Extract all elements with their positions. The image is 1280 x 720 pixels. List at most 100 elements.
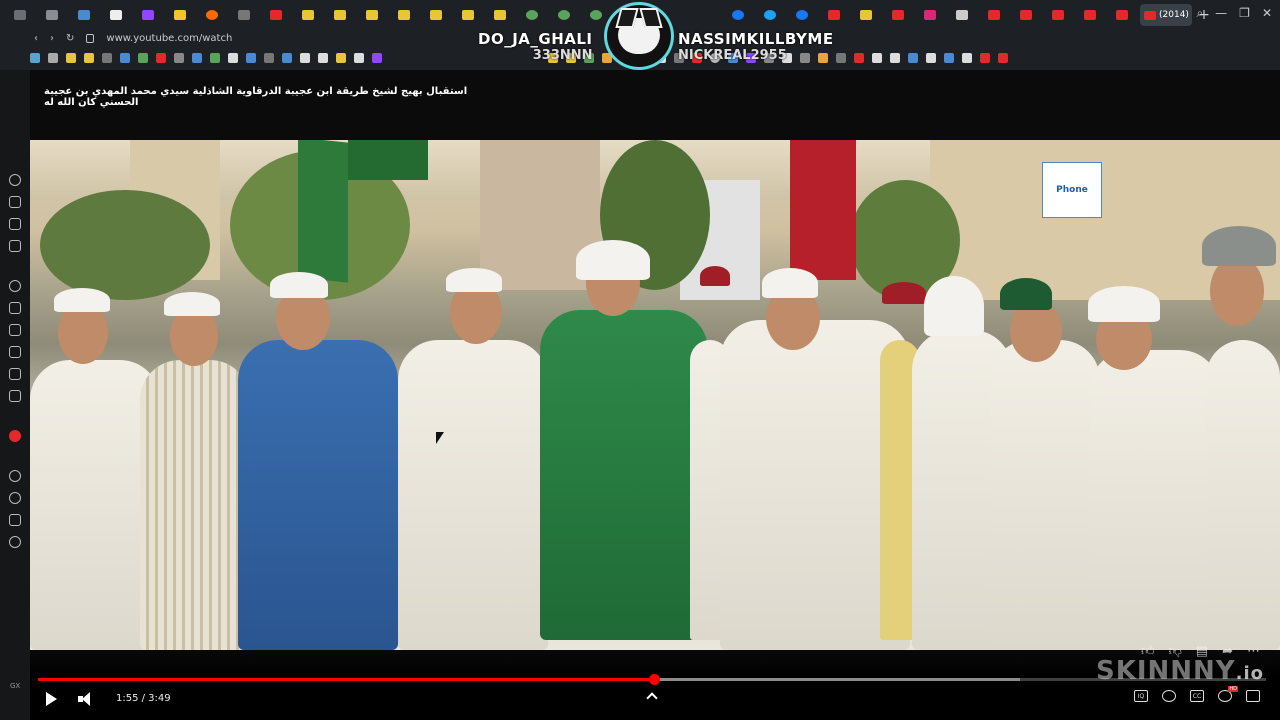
notes-icon[interactable]	[9, 218, 21, 230]
percent-icon[interactable]	[9, 346, 21, 358]
tab[interactable]	[788, 4, 816, 26]
tab[interactable]	[262, 4, 290, 26]
bookmark-icon[interactable]	[66, 53, 76, 63]
tab[interactable]	[756, 4, 784, 26]
bookmark-icon[interactable]	[264, 53, 274, 63]
bookmark-icon[interactable]	[998, 53, 1008, 63]
tab[interactable]	[326, 4, 354, 26]
bookmark-icon[interactable]	[336, 53, 346, 63]
ai-icon[interactable]	[9, 280, 21, 292]
search-tabs-icon[interactable]: ⌕	[1196, 6, 1203, 21]
progress-bar[interactable]	[38, 674, 1266, 685]
bookmark-icon[interactable]	[174, 53, 184, 63]
tab[interactable]	[358, 4, 386, 26]
bookmark-icon[interactable]	[102, 53, 112, 63]
bookmark-icon[interactable]	[30, 53, 40, 63]
minimize-icon[interactable]: —	[1215, 6, 1227, 21]
bookmark-icon[interactable]	[926, 53, 936, 63]
video-player[interactable]: Phone	[30, 140, 1280, 650]
bookmark-icon[interactable]	[192, 53, 202, 63]
tab[interactable]	[852, 4, 880, 26]
back-icon[interactable]: ‹	[34, 33, 38, 44]
tab[interactable]	[198, 4, 226, 26]
settings-gear-icon[interactable]	[1218, 686, 1238, 702]
bookmark-icon[interactable]	[354, 53, 364, 63]
chat-icon[interactable]	[9, 324, 21, 336]
bookmark-icon[interactable]	[246, 53, 256, 63]
close-icon[interactable]: ✕	[1262, 6, 1272, 21]
tab[interactable]	[948, 4, 976, 26]
tab[interactable]	[1012, 4, 1040, 26]
forward-icon[interactable]: ›	[50, 33, 54, 44]
bookmark-icon[interactable]	[908, 53, 918, 63]
bookmark-icon[interactable]	[836, 53, 846, 63]
tab[interactable]	[1108, 4, 1136, 26]
x-icon[interactable]	[9, 390, 21, 402]
bookmark-icon[interactable]	[210, 53, 220, 63]
bookmark-icon[interactable]	[944, 53, 954, 63]
tiktok-icon[interactable]	[9, 368, 21, 380]
history-icon[interactable]	[9, 174, 21, 186]
overlay-left-sub: 333NNN	[532, 48, 593, 63]
reload-icon[interactable]: ↻	[66, 33, 74, 44]
mail-icon[interactable]	[9, 240, 21, 252]
tab[interactable]	[980, 4, 1008, 26]
tab[interactable]	[1044, 4, 1072, 26]
youtube-icon	[1144, 10, 1156, 20]
tab[interactable]	[884, 4, 912, 26]
bookmark-icon[interactable]	[962, 53, 972, 63]
bookmark-icon[interactable]	[282, 53, 292, 63]
bookmark-icon[interactable]	[980, 53, 990, 63]
clock-icon[interactable]	[9, 492, 21, 504]
tab[interactable]	[550, 4, 578, 26]
bookmark-icon[interactable]	[84, 53, 94, 63]
captions-button[interactable]: CC	[1190, 690, 1204, 702]
bookmark-icon[interactable]	[120, 53, 130, 63]
volume-icon[interactable]	[78, 692, 96, 706]
tab[interactable]	[6, 4, 34, 26]
tab-active[interactable]: (2014)	[1140, 4, 1192, 26]
tab[interactable]	[1076, 4, 1104, 26]
tab[interactable]	[230, 4, 258, 26]
bookmark-icon[interactable]	[890, 53, 900, 63]
bookmark-icon[interactable]	[872, 53, 882, 63]
bookmark-icon[interactable]	[138, 53, 148, 63]
fullscreen-icon[interactable]	[1246, 690, 1260, 702]
maximize-icon[interactable]: ❐	[1239, 6, 1250, 21]
tab[interactable]	[916, 4, 944, 26]
recording-icon[interactable]	[9, 430, 21, 442]
tab[interactable]	[102, 4, 130, 26]
bookmark-icon[interactable]	[48, 53, 58, 63]
play-circle-icon[interactable]	[9, 470, 21, 482]
tab[interactable]	[38, 4, 66, 26]
tab[interactable]	[390, 4, 418, 26]
tab[interactable]	[294, 4, 322, 26]
sparkle-icon[interactable]	[9, 302, 21, 314]
tab[interactable]	[134, 4, 162, 26]
iq-button[interactable]: IQ	[1134, 690, 1148, 702]
downloads-icon[interactable]	[9, 196, 21, 208]
tab[interactable]	[820, 4, 848, 26]
progress-scrubber[interactable]	[649, 674, 661, 685]
tab[interactable]	[422, 4, 450, 26]
autoplay-toggle[interactable]	[1162, 690, 1176, 702]
bookmark-icon[interactable]	[854, 53, 864, 63]
play-button[interactable]	[46, 692, 57, 706]
tab[interactable]	[70, 4, 98, 26]
tab[interactable]	[518, 4, 546, 26]
url-field[interactable]: www.youtube.com/watch	[106, 33, 232, 44]
tab[interactable]	[454, 4, 482, 26]
bookmark-icon[interactable]	[156, 53, 166, 63]
player-controls: 1:55 / 3:49 IQ CC	[30, 650, 1280, 720]
tab[interactable]	[166, 4, 194, 26]
bookmark-icon[interactable]	[318, 53, 328, 63]
tab[interactable]	[486, 4, 514, 26]
bookmark-icon[interactable]	[300, 53, 310, 63]
right-controls: IQ CC	[1134, 686, 1260, 702]
tab[interactable]	[724, 4, 752, 26]
extensions-icon[interactable]	[9, 514, 21, 526]
bookmark-icon[interactable]	[228, 53, 238, 63]
bookmark-icon[interactable]	[372, 53, 382, 63]
chevron-up-icon[interactable]	[646, 692, 658, 704]
settings-icon[interactable]	[9, 536, 21, 548]
